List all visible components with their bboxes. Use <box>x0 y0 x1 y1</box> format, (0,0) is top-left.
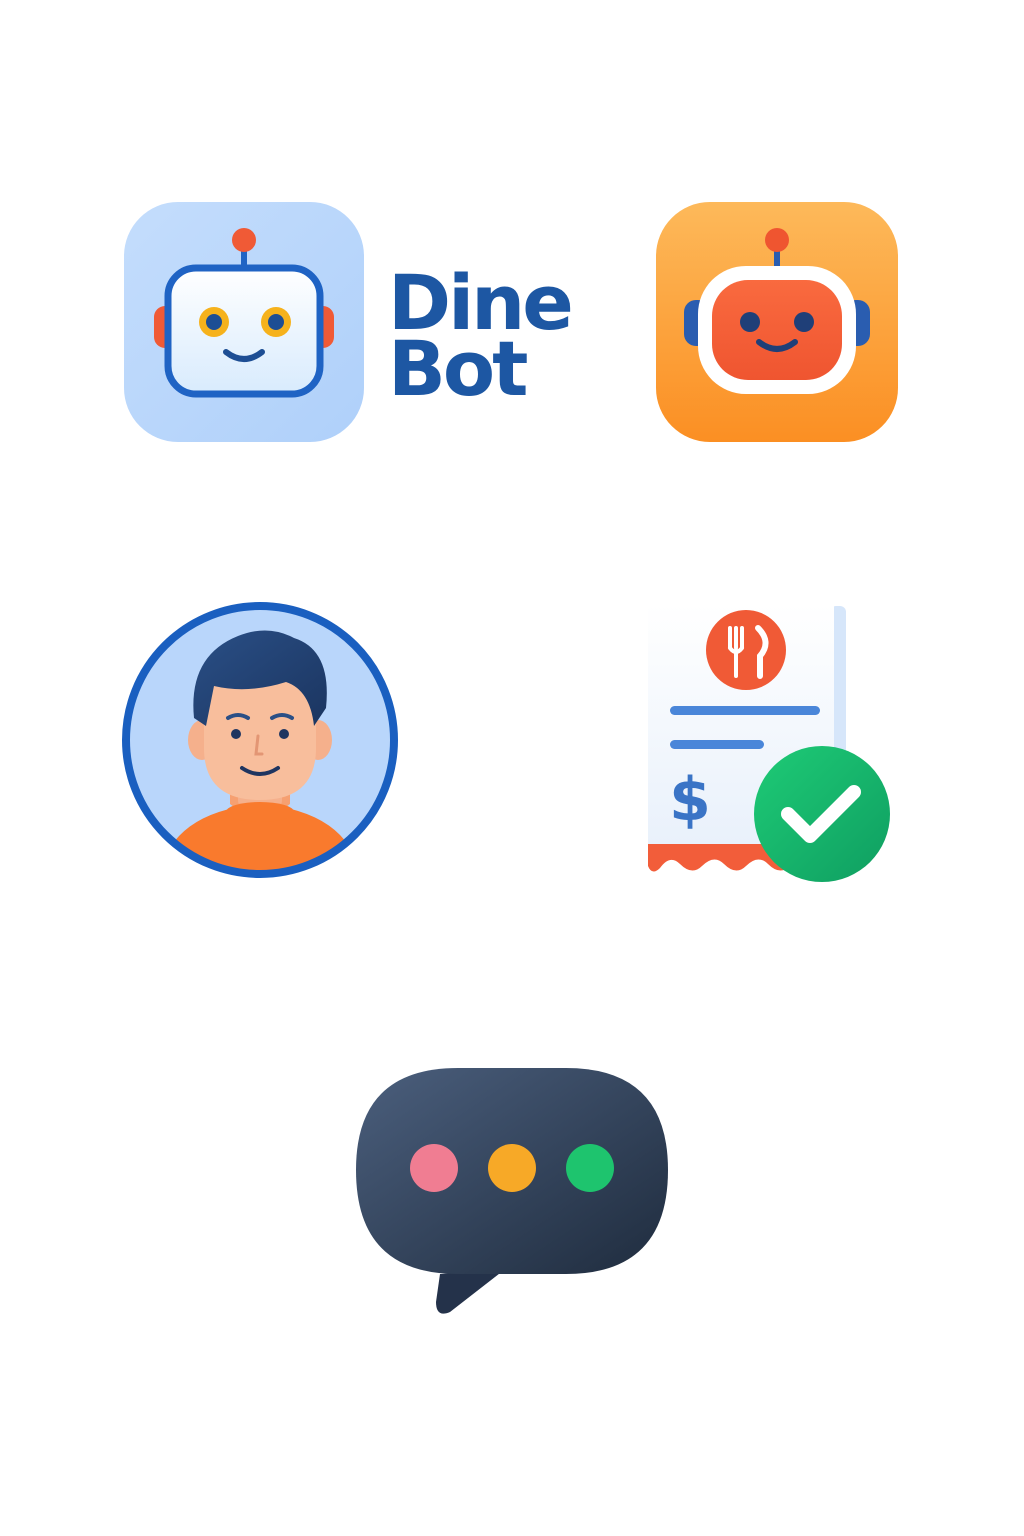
robot-light-app-icon <box>124 202 364 442</box>
typing-dot-orange <box>488 1144 536 1192</box>
typing-dot-pink <box>410 1144 458 1192</box>
dollar-sign: $ <box>669 765 711 835</box>
typing-dot-green <box>566 1144 614 1192</box>
robot-orange-app-icon <box>656 202 898 442</box>
typing-indicator-icon <box>356 1068 668 1314</box>
brand-wordmark: Dine Bot <box>388 265 574 407</box>
user-avatar-icon <box>122 602 398 878</box>
receipt-paid-icon: $ <box>648 604 890 882</box>
